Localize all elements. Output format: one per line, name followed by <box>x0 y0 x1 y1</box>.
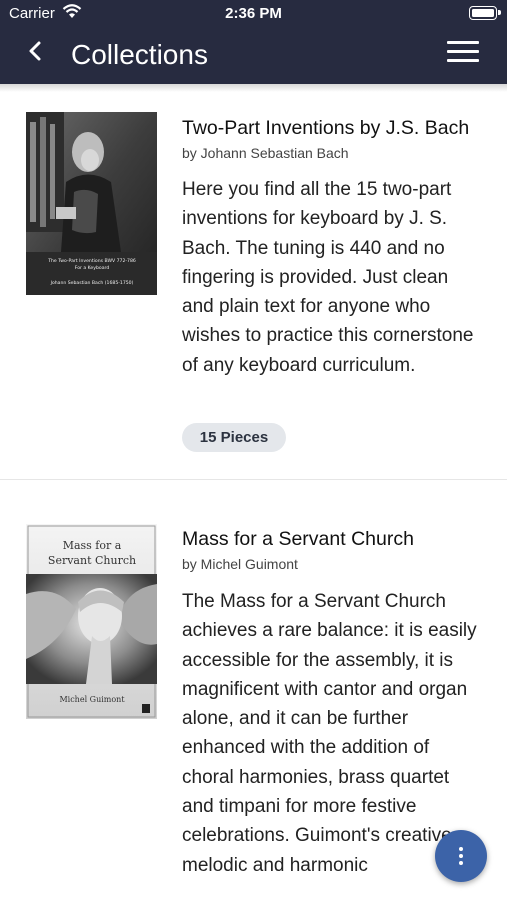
back-chevron-icon[interactable] <box>22 36 52 66</box>
status-bar: Carrier 2:36 PM <box>0 0 507 28</box>
cover-title-line2: Servant Church <box>48 554 136 567</box>
cover-composer: Michel Guimont <box>59 695 125 704</box>
collection-description: Here you find all the 15 two-part invent… <box>182 179 474 376</box>
hamburger-menu-icon[interactable] <box>447 41 479 63</box>
navigation-bar: Collections <box>0 28 507 84</box>
collection-card[interactable]: The Two-Part Inventions BWV 772-786 For … <box>0 95 507 480</box>
header-shadow <box>0 84 507 92</box>
more-vertical-icon <box>459 847 463 865</box>
collection-title: Two-Part Inventions by J.S. Bach <box>182 117 470 139</box>
collection-cover-image: Mass for a Servant Church Michel Guimont <box>26 524 157 719</box>
cover-composer: Johann Sebastian Bach (1685-1750) <box>50 280 134 286</box>
page-title: Collections <box>71 39 208 70</box>
cover-title-line1: Mass for a <box>63 539 122 552</box>
more-options-button[interactable] <box>435 830 487 882</box>
cover-subtitle: For a Keyboard <box>75 265 110 271</box>
collection-description: The Mass for a Servant Church achieves a… <box>182 591 477 876</box>
collection-title: Mass for a Servant Church <box>182 528 414 550</box>
collection-card[interactable]: Mass for a Servant Church Michel Guimont… <box>0 500 507 900</box>
collection-author: by Johann Sebastian Bach <box>182 145 349 161</box>
status-time: 2:36 PM <box>225 5 282 22</box>
collection-cover-image: The Two-Part Inventions BWV 772-786 For … <box>26 112 157 295</box>
collection-author: by Michel Guimont <box>182 556 298 572</box>
pieces-count-badge: 15 Pieces <box>182 423 286 452</box>
battery-icon <box>469 6 501 20</box>
cover-title: The Two-Part Inventions BWV 772-786 <box>47 258 136 264</box>
app-header: Carrier 2:36 PM Collections <box>0 0 507 84</box>
